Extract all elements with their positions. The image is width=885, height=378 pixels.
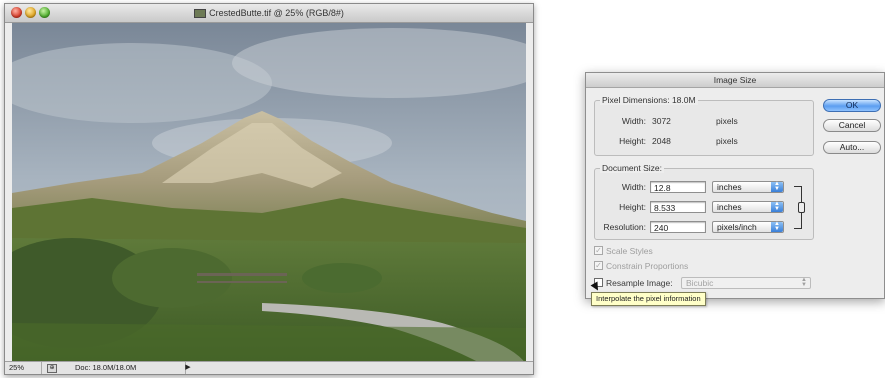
pixel-width-unit: pixels	[716, 116, 738, 126]
doc-width-unit-select[interactable]: inches ▲ ▼	[712, 181, 784, 193]
resolution-unit-value: pixels/inch	[717, 222, 757, 232]
chevron-updown-icon: ▲ ▼	[771, 221, 783, 232]
photo-canvas[interactable]	[12, 23, 526, 364]
resample-tooltip: Interpolate the pixel information	[591, 292, 706, 306]
chevron-updown-icon: ▲ ▼	[771, 201, 783, 212]
document-window: CrestedButte.tif @ 25% (RGB/8#) 25% ⊕ Do…	[4, 3, 534, 375]
pixel-width-value: 3072	[652, 116, 671, 126]
ok-button[interactable]: OK	[823, 99, 881, 112]
chain-link-icon	[798, 202, 805, 213]
cancel-button[interactable]: Cancel	[823, 119, 881, 132]
doc-height-label: Height:	[619, 202, 646, 212]
resolution-label: Resolution:	[603, 222, 646, 232]
constrain-proportions-label: Constrain Proportions	[606, 261, 689, 271]
resolution-field[interactable]: 240	[650, 221, 706, 233]
chevron-updown-icon: ▲ ▼	[801, 277, 807, 288]
document-file-icon	[194, 9, 207, 19]
auto-button[interactable]: Auto...	[823, 141, 881, 154]
pixel-dimensions-group	[594, 100, 814, 156]
status-arrow-icon[interactable]: ▶	[183, 362, 193, 374]
pixel-height-value: 2048	[652, 136, 671, 146]
pixel-dimensions-label: Pixel Dimensions:	[602, 95, 670, 105]
pixel-dimensions-header: Pixel Dimensions: 18.0M	[600, 95, 698, 105]
doc-width-unit-value: inches	[717, 182, 742, 192]
scale-styles-checkbox[interactable]: ✓	[594, 246, 603, 255]
pixel-height-unit: pixels	[716, 136, 738, 146]
dialog-title: Image Size	[586, 73, 884, 88]
document-title: CrestedButte.tif @ 25% (RGB/8#)	[209, 8, 344, 18]
constrain-proportions-checkbox[interactable]: ✓	[594, 261, 603, 270]
chevron-updown-icon: ▲ ▼	[771, 181, 783, 192]
minimize-window-button[interactable]	[25, 7, 36, 18]
pixel-dimensions-size: 18.0M	[671, 95, 696, 105]
document-status-bar: 25% ⊕ Doc: 18.0M/18.0M ▶	[5, 361, 533, 374]
mountain-landscape-photo	[12, 23, 526, 364]
image-size-dialog: Image Size Pixel Dimensions: 18.0M Width…	[585, 72, 885, 299]
resample-image-label: Resample Image:	[606, 278, 673, 288]
resample-method-select[interactable]: Bicubic ▲ ▼	[681, 277, 811, 289]
doc-height-unit-select[interactable]: inches ▲ ▼	[712, 201, 784, 213]
doc-height-field[interactable]: 8.533	[650, 201, 706, 213]
resample-method-value: Bicubic	[686, 278, 714, 288]
doc-height-unit-value: inches	[717, 202, 742, 212]
zoom-level-field[interactable]: 25%	[9, 362, 42, 374]
resolution-unit-select[interactable]: pixels/inch ▲ ▼	[712, 221, 784, 233]
status-menu-icon[interactable]: ⊕	[47, 364, 57, 373]
scale-styles-label: Scale Styles	[606, 246, 653, 256]
close-window-button[interactable]	[11, 7, 22, 18]
document-titlebar[interactable]: CrestedButte.tif @ 25% (RGB/8#)	[5, 4, 533, 23]
document-size-info: Doc: 18.0M/18.0M	[71, 362, 186, 374]
doc-width-field[interactable]: 12.8	[650, 181, 706, 193]
doc-width-label: Width:	[621, 182, 646, 192]
zoom-window-button[interactable]	[39, 7, 50, 18]
pixel-width-label: Width:	[621, 116, 646, 126]
document-size-label: Document Size:	[600, 163, 664, 173]
pixel-height-label: Height:	[619, 136, 646, 146]
